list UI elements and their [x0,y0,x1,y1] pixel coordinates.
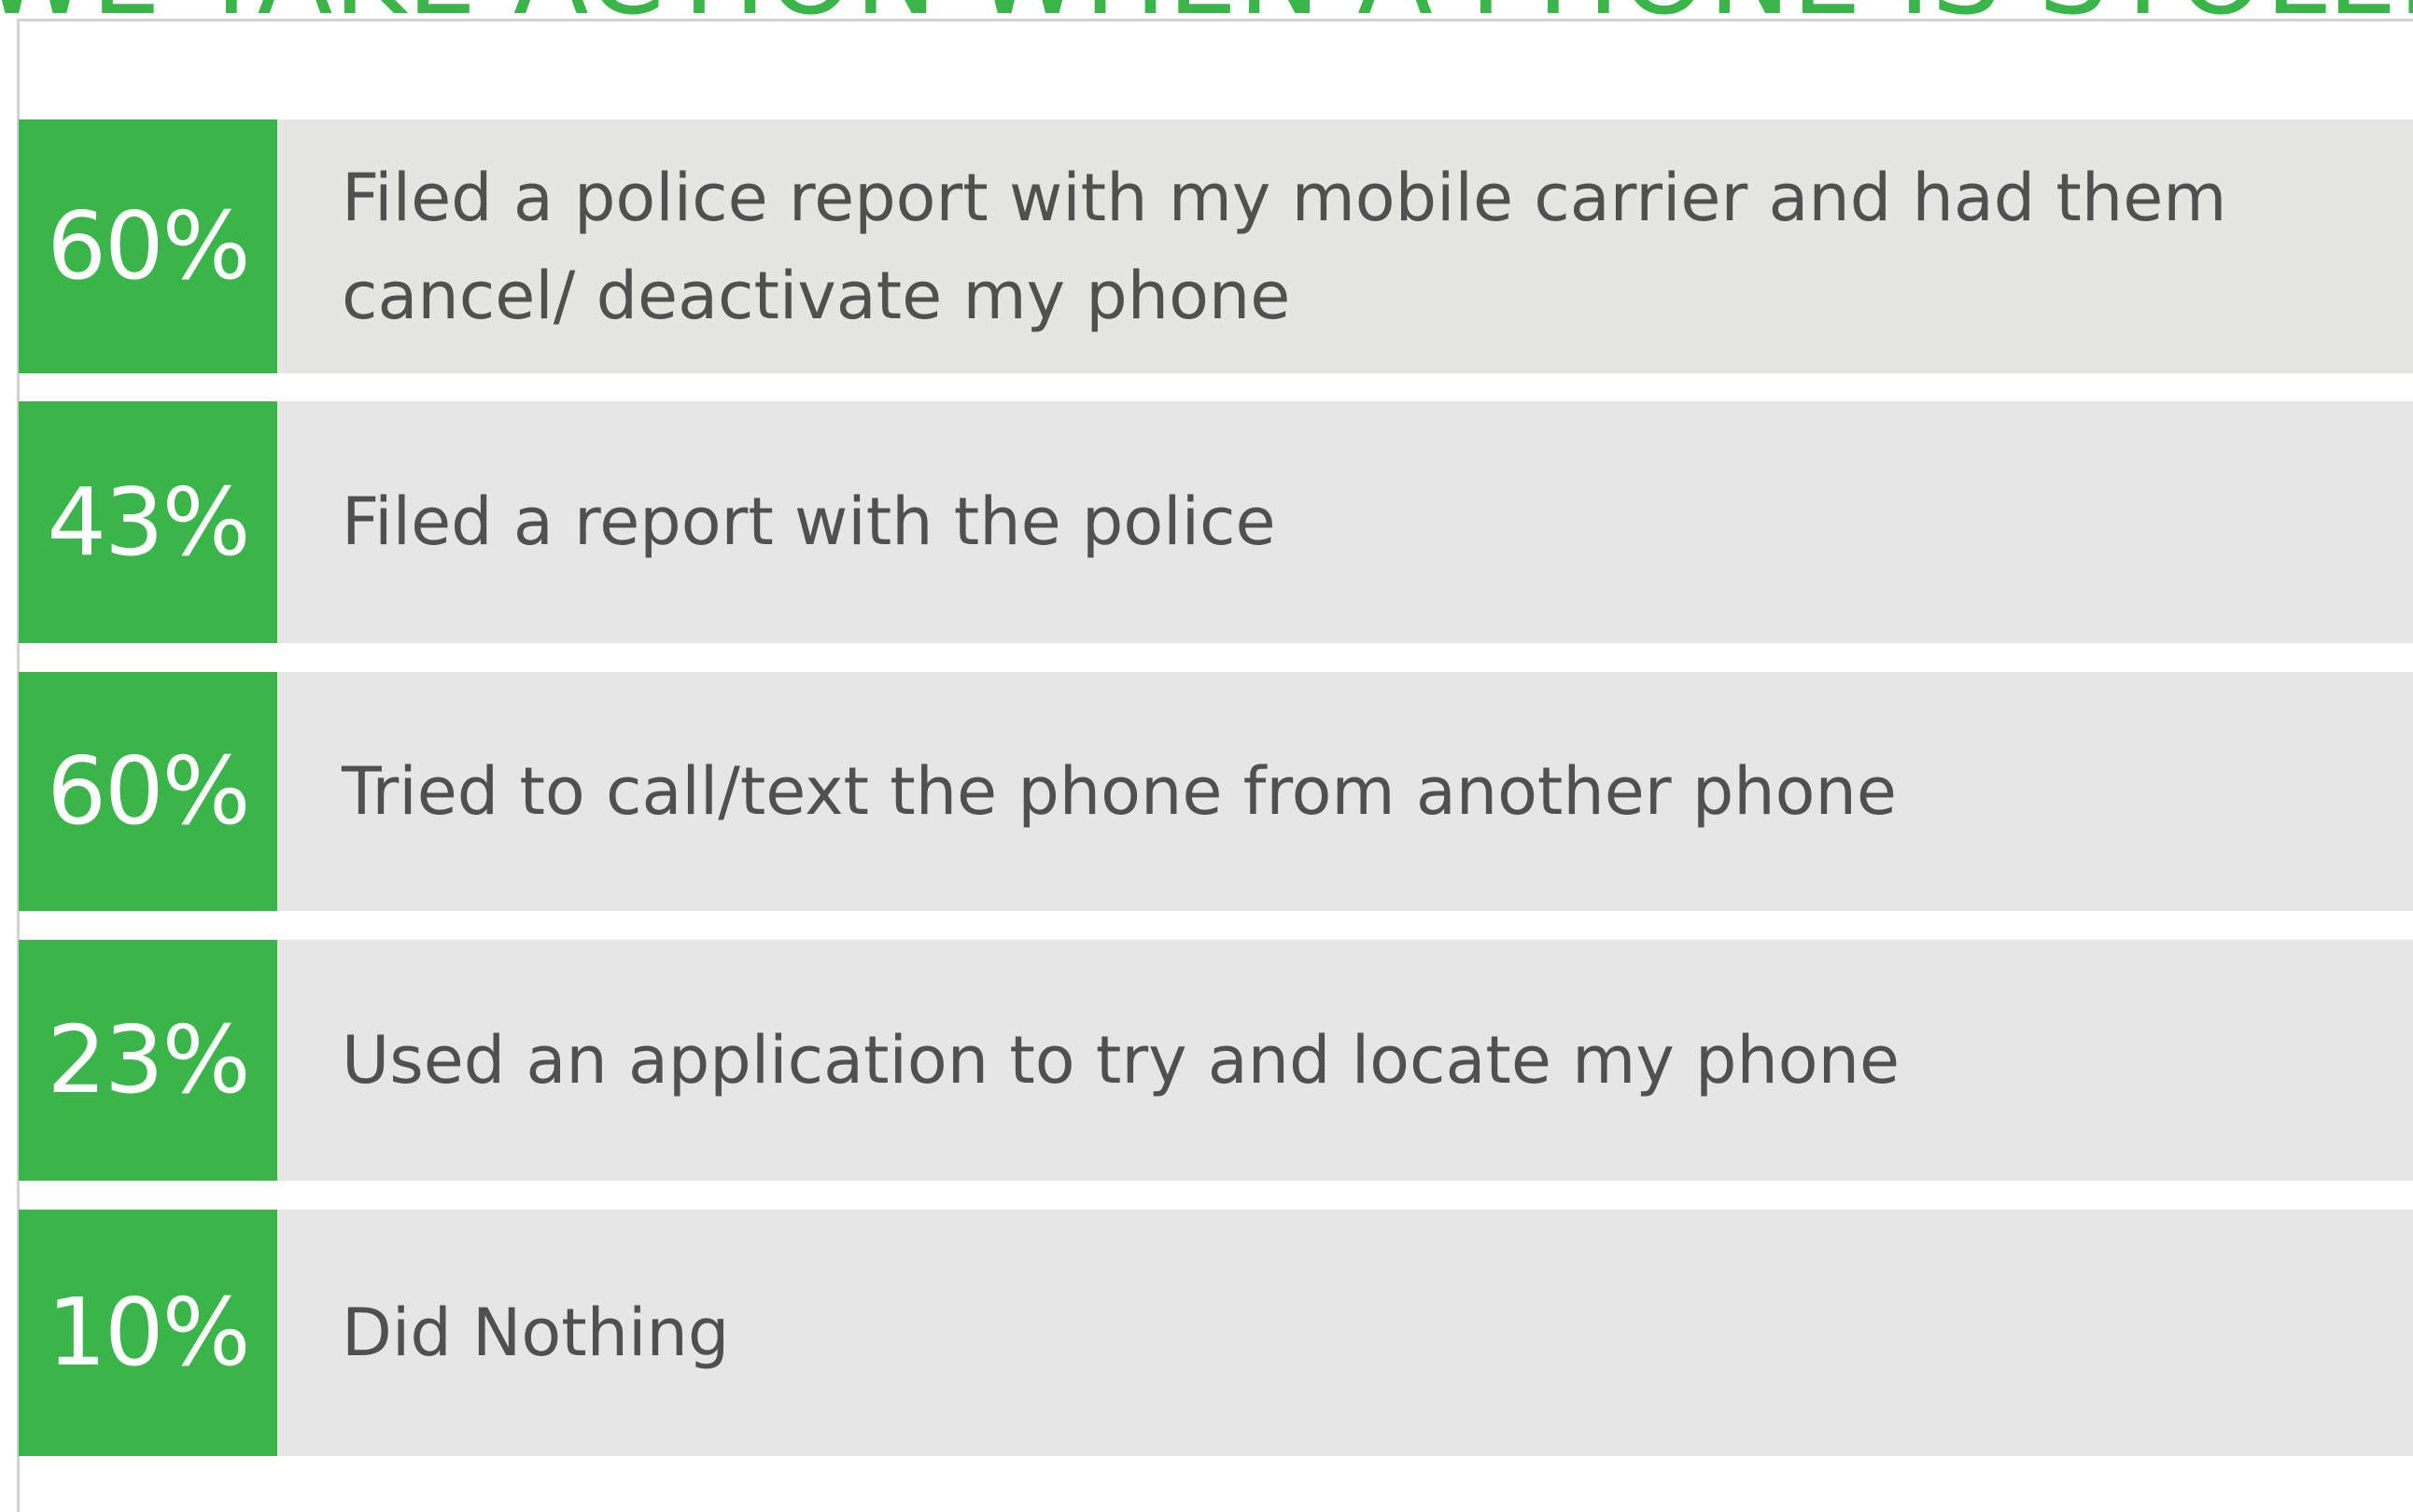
table-row: 60% Filed a police report with my mobile… [19,119,2413,373]
table-row: 10% Did Nothing [19,1210,2413,1456]
response-label: Filed a police report with my mobile car… [342,160,2227,334]
percentage-value: 60% [47,191,250,301]
percentage-badge: 60% [19,672,277,911]
percentage-value: 23% [47,1005,250,1114]
table-row: 23% Used an application to try and locat… [19,940,2413,1181]
percentage-value: 10% [47,1278,250,1387]
table-row: 43% Filed a report with the police [19,401,2413,643]
response-label: Did Nothing [342,1294,730,1371]
response-label: Filed a report with the police [342,483,1276,560]
percentage-badge: 60% [19,119,277,373]
response-label: Tried to call/text the phone from anothe… [342,752,1897,830]
table-row: 60% Tried to call/text the phone from an… [19,672,2413,911]
response-label: Used an application to try and locate my… [342,1021,1901,1099]
percentage-value: 43% [47,467,250,577]
percentage-badge: 10% [19,1210,277,1456]
percentage-badge: 43% [19,401,277,643]
percentage-value: 60% [47,736,250,846]
percentage-badge: 23% [19,940,277,1181]
